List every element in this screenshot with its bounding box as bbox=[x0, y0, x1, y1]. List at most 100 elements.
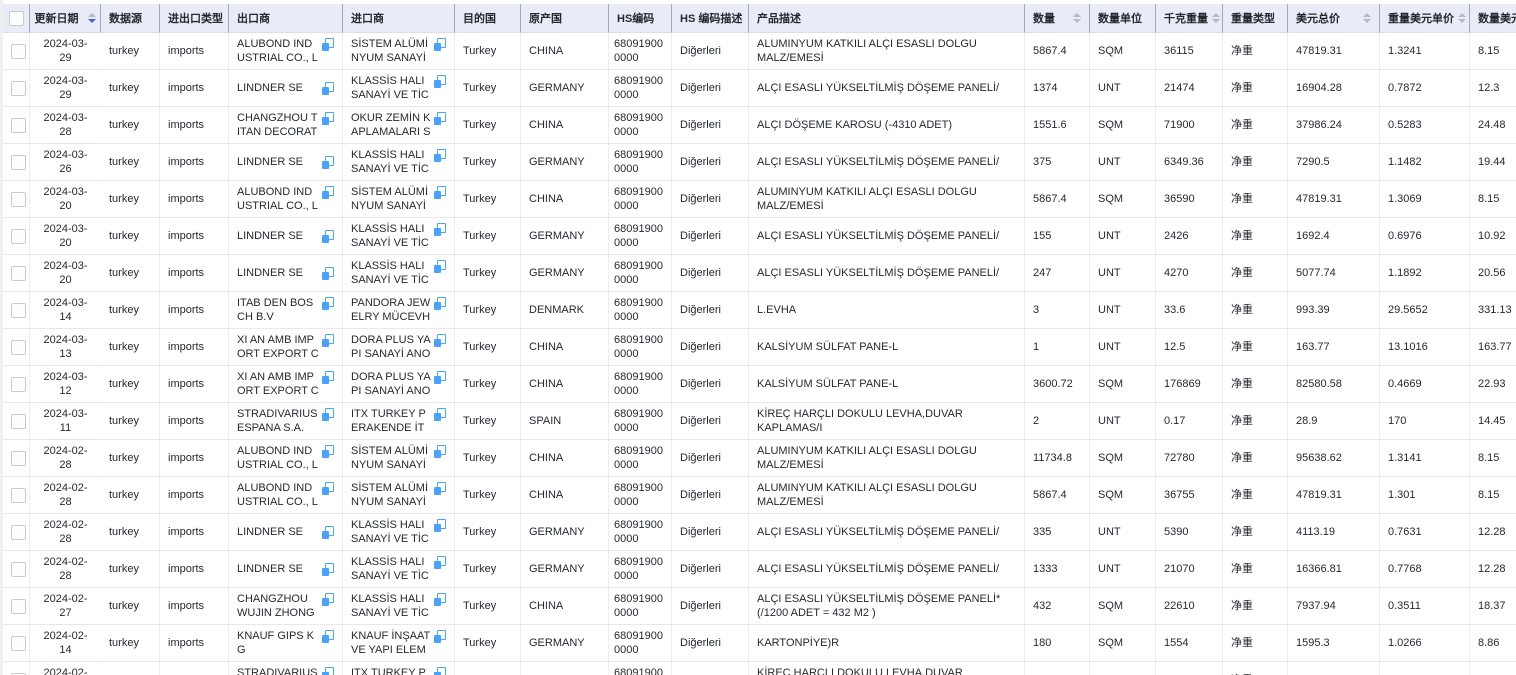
col-header-kg-weight[interactable]: 千克重量 bbox=[1156, 4, 1223, 33]
sort-icon[interactable] bbox=[1458, 13, 1466, 23]
copy-icon[interactable] bbox=[434, 112, 446, 125]
table-row[interactable]: 2024-02-27turkeyimportsCHANGZHOU WUJIN Z… bbox=[3, 588, 1516, 625]
col-header-hs-desc: HS 编码描述 bbox=[672, 4, 749, 33]
cell-checkbox bbox=[3, 366, 30, 403]
row-checkbox[interactable] bbox=[11, 488, 26, 503]
copy-icon[interactable] bbox=[434, 149, 446, 162]
row-checkbox[interactable] bbox=[11, 266, 26, 281]
copy-icon[interactable] bbox=[434, 334, 446, 347]
table-row[interactable]: 2024-03-28turkeyimportsCHANGZHOU TITAN D… bbox=[3, 107, 1516, 144]
row-checkbox[interactable] bbox=[11, 118, 26, 133]
row-checkbox[interactable] bbox=[11, 599, 26, 614]
cell-hs-code: 680919000000 bbox=[609, 588, 672, 625]
cell-usd-per-weight: 13.1016 bbox=[1380, 329, 1470, 366]
col-header-usd-per-weight[interactable]: 重量美元单价 bbox=[1380, 4, 1470, 33]
col-header-date[interactable]: 更新日期 bbox=[30, 4, 101, 33]
table-row[interactable]: 2024-03-14turkeyimportsITAB DEN BOSCH B.… bbox=[3, 292, 1516, 329]
row-checkbox[interactable] bbox=[11, 636, 26, 651]
table-row[interactable]: 2024-03-20turkeyimportsLINDNER SEKLASSİS… bbox=[3, 255, 1516, 292]
select-all-checkbox[interactable] bbox=[9, 11, 24, 26]
copy-icon[interactable] bbox=[322, 230, 334, 243]
table-row[interactable]: 2024-03-26turkeyimportsLINDNER SEKLASSİS… bbox=[3, 144, 1516, 181]
row-checkbox[interactable] bbox=[11, 44, 26, 59]
cell-usd-per-weight: 1.301 bbox=[1380, 477, 1470, 514]
cell-usd-per-qty: 24.48 bbox=[1470, 107, 1516, 144]
row-checkbox[interactable] bbox=[11, 451, 26, 466]
table-row[interactable]: 2024-03-11turkeyimportsSTRADIVARIUS ESPA… bbox=[3, 403, 1516, 440]
table-row[interactable]: 2024-03-12turkeyimportsXI AN AMB IMPORT … bbox=[3, 366, 1516, 403]
table-row[interactable]: 2024-02-28turkeyimportsALUBOND INDUSTRIA… bbox=[3, 440, 1516, 477]
importer-name: KLASSİS HALI SANAYİ VE TİCARET ANONİM bbox=[351, 148, 431, 176]
cell-hs-desc: Diğerleri bbox=[672, 33, 749, 70]
sort-icon[interactable] bbox=[1073, 13, 1081, 23]
trade-data-table: 更新日期数据源进出口类型出口商进口商目的国原产国HS编码HS 编码描述产品描述数… bbox=[3, 4, 1516, 675]
cell-date: 2024-03-20 bbox=[30, 218, 101, 255]
col-label-quantity: 数量 bbox=[1033, 10, 1055, 26]
copy-icon[interactable] bbox=[434, 75, 446, 88]
table-row[interactable]: 2024-02-28turkeyimportsLINDNER SEKLASSİS… bbox=[3, 551, 1516, 588]
copy-icon[interactable] bbox=[434, 297, 446, 310]
row-checkbox[interactable] bbox=[11, 229, 26, 244]
copy-icon[interactable] bbox=[434, 630, 446, 643]
importer-name: DORA PLUS YAPI SANAYİ ANONİM ŞİRKETİ bbox=[351, 370, 431, 398]
cell-weight-type: 净重 bbox=[1223, 514, 1288, 551]
copy-icon[interactable] bbox=[322, 112, 334, 125]
row-checkbox[interactable] bbox=[11, 414, 26, 429]
row-checkbox[interactable] bbox=[11, 340, 26, 355]
col-label-usd-per-qty: 数量美元单价 bbox=[1478, 10, 1516, 26]
copy-icon[interactable] bbox=[322, 334, 334, 347]
row-checkbox[interactable] bbox=[11, 377, 26, 392]
cell-importer: KNAUF İNŞAAT VE YAPI ELEMANLARI SANA bbox=[343, 625, 455, 662]
copy-icon[interactable] bbox=[434, 667, 446, 675]
table-row[interactable]: 2024-02-12turkeyimportsSTRADIVARIUS ESPA… bbox=[3, 662, 1516, 675]
copy-icon[interactable] bbox=[322, 630, 334, 643]
row-checkbox[interactable] bbox=[11, 562, 26, 577]
copy-icon[interactable] bbox=[322, 445, 334, 458]
copy-icon[interactable] bbox=[322, 156, 334, 169]
copy-icon[interactable] bbox=[434, 38, 446, 51]
table-row[interactable]: 2024-03-13turkeyimportsXI AN AMB IMPORT … bbox=[3, 329, 1516, 366]
copy-icon[interactable] bbox=[322, 38, 334, 51]
copy-icon[interactable] bbox=[322, 563, 334, 576]
copy-icon[interactable] bbox=[322, 593, 334, 606]
sort-icon[interactable] bbox=[1363, 13, 1371, 23]
copy-icon[interactable] bbox=[322, 267, 334, 280]
row-checkbox[interactable] bbox=[11, 192, 26, 207]
table-row[interactable]: 2024-02-14turkeyimportsKNAUF GIPS KGKNAU… bbox=[3, 625, 1516, 662]
copy-icon[interactable] bbox=[322, 186, 334, 199]
table-row[interactable]: 2024-02-28turkeyimportsLINDNER SEKLASSİS… bbox=[3, 514, 1516, 551]
table-row[interactable]: 2024-03-20turkeyimportsALUBOND INDUSTRIA… bbox=[3, 181, 1516, 218]
copy-icon[interactable] bbox=[322, 667, 334, 675]
row-checkbox[interactable] bbox=[11, 155, 26, 170]
row-checkbox[interactable] bbox=[11, 303, 26, 318]
col-header-quantity[interactable]: 数量 bbox=[1025, 4, 1090, 33]
cell-destination: Turkey bbox=[455, 33, 521, 70]
copy-icon[interactable] bbox=[434, 408, 446, 421]
cell-origin: CHINA bbox=[521, 329, 609, 366]
copy-icon[interactable] bbox=[434, 186, 446, 199]
col-header-usd-total[interactable]: 美元总价 bbox=[1288, 4, 1380, 33]
copy-icon[interactable] bbox=[434, 519, 446, 532]
sort-icon[interactable] bbox=[1212, 13, 1220, 23]
copy-icon[interactable] bbox=[322, 482, 334, 495]
table-row[interactable]: 2024-02-28turkeyimportsALUBOND INDUSTRIA… bbox=[3, 477, 1516, 514]
row-checkbox[interactable] bbox=[11, 525, 26, 540]
table-row[interactable]: 2024-03-29turkeyimportsALUBOND INDUSTRIA… bbox=[3, 33, 1516, 70]
row-checkbox[interactable] bbox=[11, 81, 26, 96]
table-row[interactable]: 2024-03-20turkeyimportsLINDNER SEKLASSİS… bbox=[3, 218, 1516, 255]
copy-icon[interactable] bbox=[434, 482, 446, 495]
cell-kg-weight: 21070 bbox=[1156, 551, 1223, 588]
copy-icon[interactable] bbox=[434, 593, 446, 606]
copy-icon[interactable] bbox=[322, 297, 334, 310]
copy-icon[interactable] bbox=[434, 556, 446, 569]
copy-icon[interactable] bbox=[434, 371, 446, 384]
table-row[interactable]: 2024-03-29turkeyimportsLINDNER SEKLASSİS… bbox=[3, 70, 1516, 107]
copy-icon[interactable] bbox=[322, 82, 334, 95]
copy-icon[interactable] bbox=[434, 445, 446, 458]
copy-icon[interactable] bbox=[434, 260, 446, 273]
copy-icon[interactable] bbox=[322, 371, 334, 384]
copy-icon[interactable] bbox=[434, 223, 446, 236]
sort-icon[interactable] bbox=[88, 13, 96, 23]
copy-icon[interactable] bbox=[322, 408, 334, 421]
copy-icon[interactable] bbox=[322, 526, 334, 539]
